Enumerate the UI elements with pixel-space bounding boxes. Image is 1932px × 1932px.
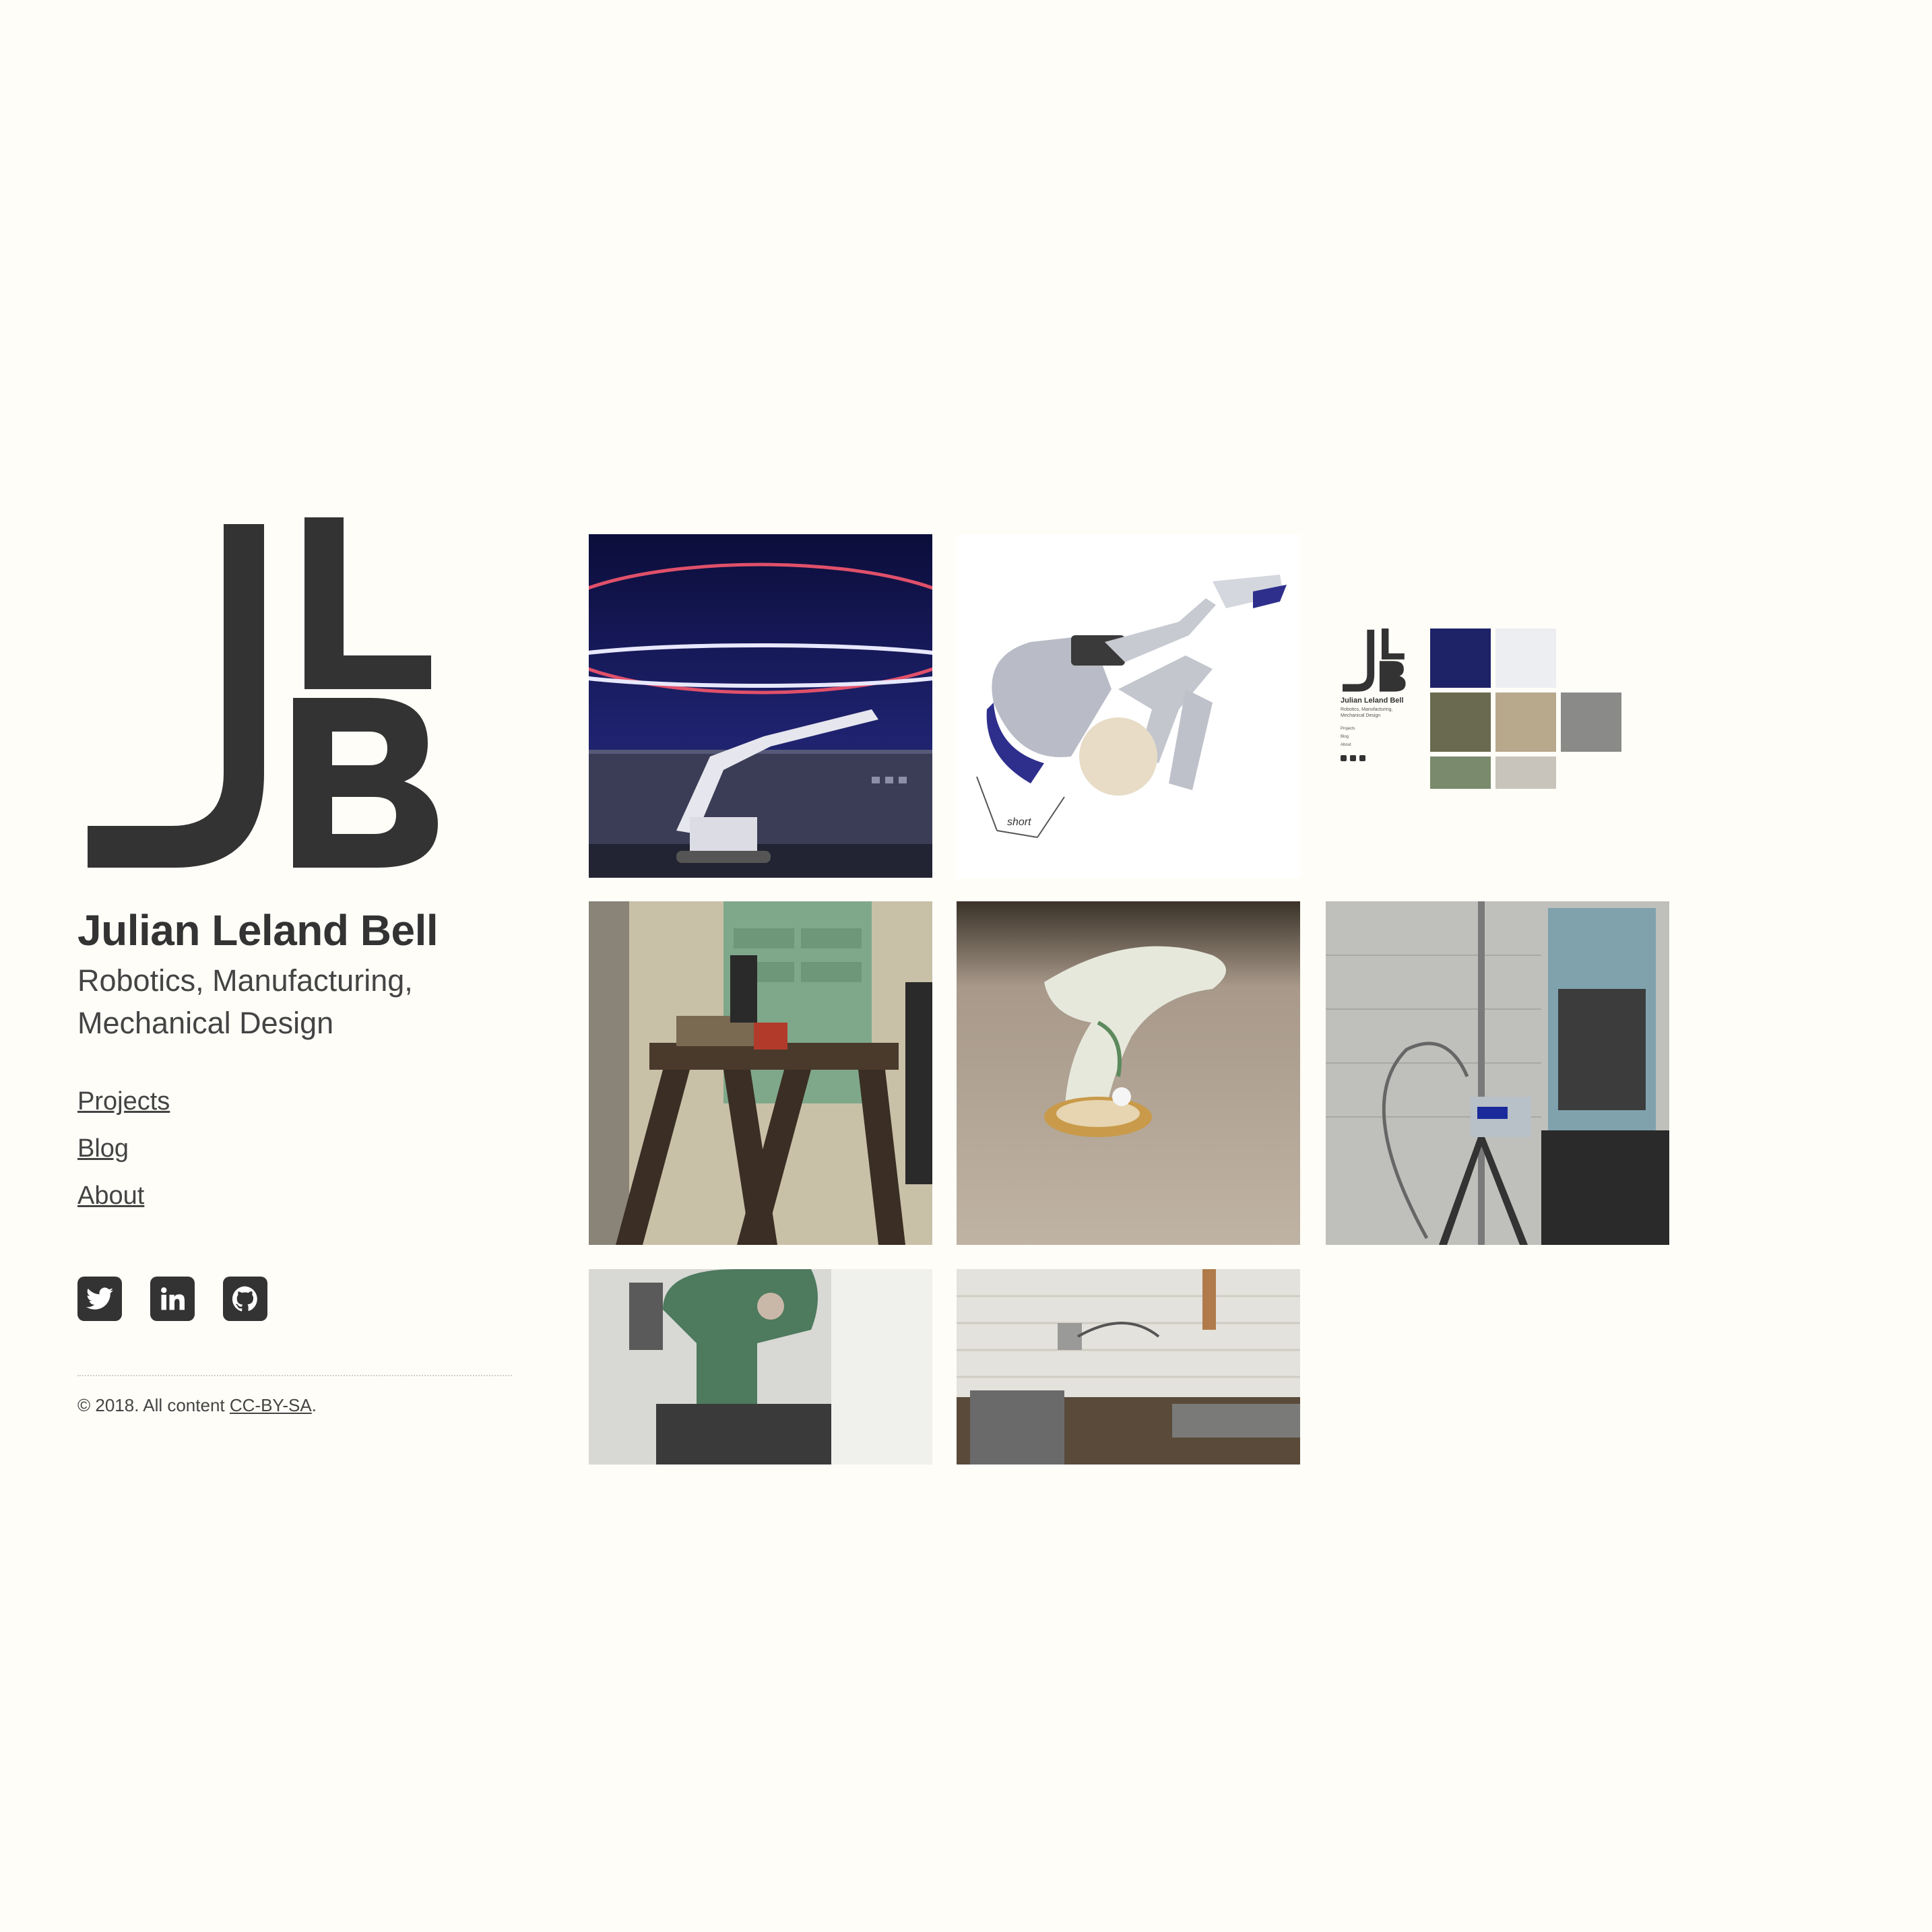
lathe-image: [957, 1269, 1300, 1464]
nav-link-projects[interactable]: Projects: [77, 1078, 515, 1125]
preview-tagline-1: Robotics, Manufacturing,: [1341, 707, 1392, 712]
project-tile-rings[interactable]: [957, 901, 1300, 1245]
project-tile-light-painting-robot[interactable]: [589, 534, 932, 878]
steel-frame-image: [589, 901, 932, 1245]
project-tile-lathe[interactable]: [957, 1269, 1300, 1464]
project-tile-sensor-tripod[interactable]: [1326, 901, 1669, 1245]
linkedin-link[interactable]: [150, 1277, 195, 1322]
preview-nav-1: Projects: [1341, 727, 1355, 731]
social-links: [77, 1277, 515, 1322]
sensor-tripod-image: [1326, 901, 1669, 1245]
twitter-icon: [86, 1287, 113, 1310]
rings-image: [957, 901, 1300, 1245]
linkedin-icon: [161, 1287, 185, 1310]
license-link[interactable]: CC-BY-SA: [230, 1395, 312, 1415]
project-tile-website-screenshot[interactable]: Julian Leland Bell Robotics, Manufacturi…: [1326, 534, 1669, 878]
project-tile-steel-frame[interactable]: [589, 901, 932, 1245]
light-painting-image: [589, 534, 932, 878]
project-tile-robotic-gripper[interactable]: short: [957, 534, 1300, 878]
sidebar: Julian Leland Bell Robotics, Manufacturi…: [77, 517, 515, 1416]
gripper-render-image: short: [957, 534, 1300, 878]
twitter-link[interactable]: [77, 1277, 122, 1322]
site-preview-image: Julian Leland Bell Robotics, Manufacturi…: [1326, 534, 1669, 878]
site-tagline: Robotics, Manufacturing, Mechanical Desi…: [77, 959, 515, 1044]
jlb-logo[interactable]: [88, 517, 448, 868]
tagline-line-2: Mechanical Design: [77, 1006, 334, 1041]
footer-copyright: © 2018. All content CC-BY-SA.: [77, 1395, 317, 1416]
gripper-annotation: short: [1007, 816, 1031, 828]
preview-nav-3: About: [1341, 743, 1351, 747]
preview-tagline-2: Mechanical Design: [1341, 713, 1380, 718]
nav-link-about[interactable]: About: [77, 1172, 515, 1219]
site-name: Julian Leland Bell: [77, 906, 439, 955]
nav-link-blog[interactable]: Blog: [77, 1125, 515, 1172]
github-icon: [232, 1286, 257, 1312]
footer-divider: [77, 1375, 512, 1377]
main-nav: Projects Blog About: [77, 1078, 515, 1219]
tagline-line-1: Robotics, Manufacturing,: [77, 963, 413, 998]
milling-machine-image: [589, 1269, 932, 1464]
preview-nav-2: Blog: [1341, 735, 1349, 739]
github-link[interactable]: [223, 1277, 267, 1322]
preview-name: Julian Leland Bell: [1341, 697, 1404, 705]
project-tile-milling-machine[interactable]: [589, 1269, 932, 1464]
